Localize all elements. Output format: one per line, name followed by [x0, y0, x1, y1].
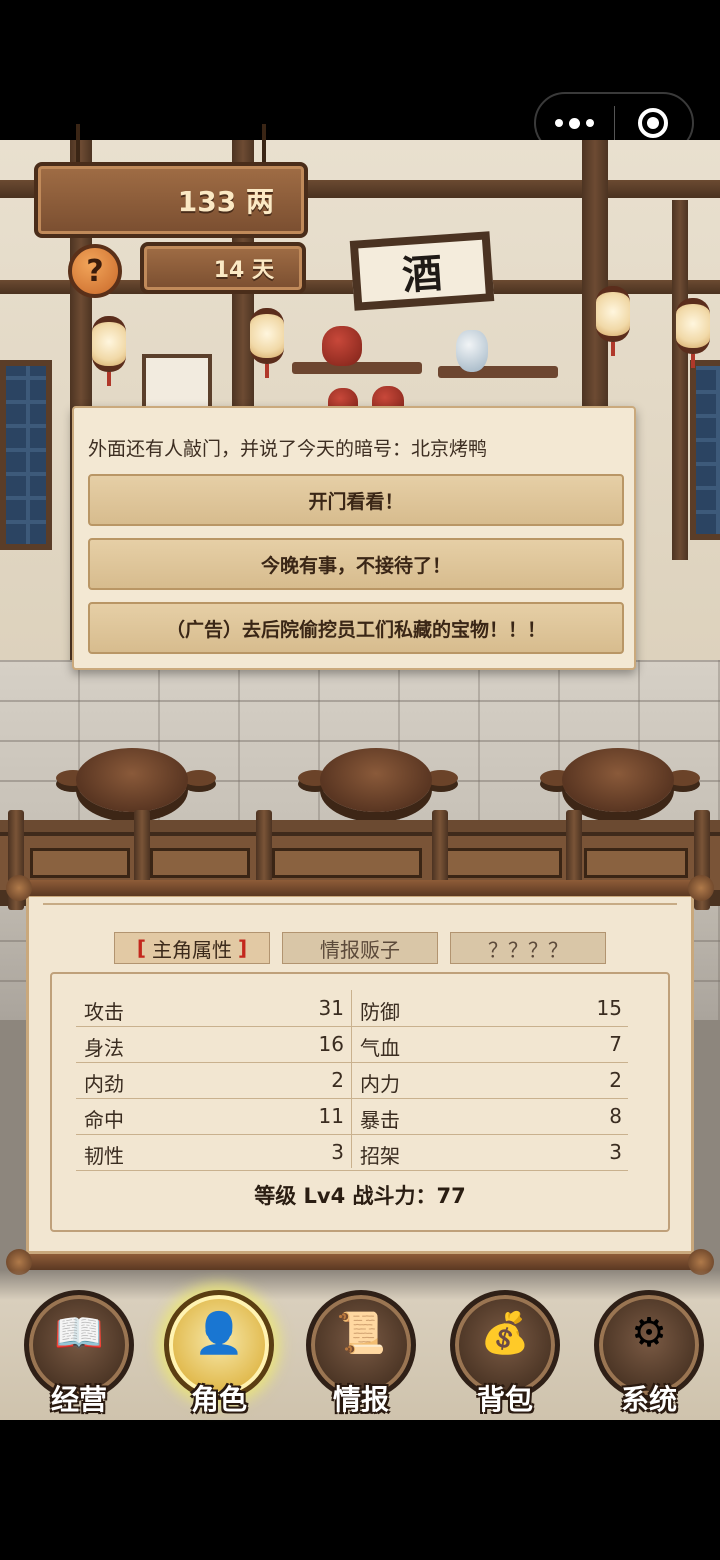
nav-character-label: 角色 — [190, 1383, 247, 1416]
gear-icon: ⚙ — [631, 1310, 667, 1356]
tab-main-attributes[interactable]: [主角属性] — [114, 932, 270, 964]
help-button[interactable]: ? — [68, 244, 122, 298]
table-row: 命中 11 暴击 8 — [76, 1098, 628, 1135]
scroll-rod-bottom — [14, 1254, 706, 1270]
wine-jar-icon — [322, 326, 362, 366]
option-decline-button[interactable]: 今晚有事，不接待了！ — [88, 538, 624, 590]
nav-system-label: 系统 — [620, 1383, 677, 1416]
table-row: 内劲 2 内力 2 — [76, 1062, 628, 1099]
tab-locked[interactable]: ？？？？ — [450, 932, 606, 964]
option-ad-treasure-button[interactable]: （广告）去后院偷挖员工们私藏的宝物！！！ — [88, 602, 624, 654]
day-counter: 14 天 — [140, 242, 306, 294]
scroll-icon: 📜 — [336, 1310, 386, 1357]
table-row: 攻击 31 防御 15 — [76, 990, 628, 1027]
wine-sign: 酒 — [349, 231, 495, 311]
scroll-rod-top — [14, 880, 706, 896]
nav-bag-label: 背包 — [476, 1383, 533, 1416]
porcelain-vase-icon — [456, 330, 488, 372]
tab-info-broker[interactable]: 情报贩子 — [282, 932, 438, 964]
round-table — [562, 748, 674, 812]
level-power-summary: 等级 Lv4 战斗力：77 — [254, 1184, 466, 1208]
table-row: 韧性 3 招架 3 — [76, 1134, 628, 1171]
bag-icon: 💰 — [480, 1310, 530, 1357]
character-portrait-icon: 👤 — [194, 1310, 244, 1357]
round-table — [320, 748, 432, 812]
more-dots-icon — [555, 117, 595, 129]
dialog-message: 外面还有人敲门，并说了今天的暗号：北京烤鸭 — [88, 438, 488, 460]
nav-business-label: 经营 — [50, 1383, 107, 1416]
round-table — [76, 748, 188, 812]
ledger-abacus-icon: 📖 — [54, 1310, 104, 1357]
nav-intel-label: 情报 — [332, 1383, 389, 1416]
option-open-door-button[interactable]: 开门看看！ — [88, 474, 624, 526]
question-mark-icon: ? — [86, 253, 104, 289]
target-circle-icon — [638, 108, 669, 138]
money-display: 133 两 — [34, 162, 308, 238]
table-row: 身法 16 气血 7 — [76, 1026, 628, 1063]
event-dialog: 外面还有人敲门，并说了今天的暗号：北京烤鸭 开门看看！ 今晚有事，不接待了！ （… — [72, 406, 636, 670]
